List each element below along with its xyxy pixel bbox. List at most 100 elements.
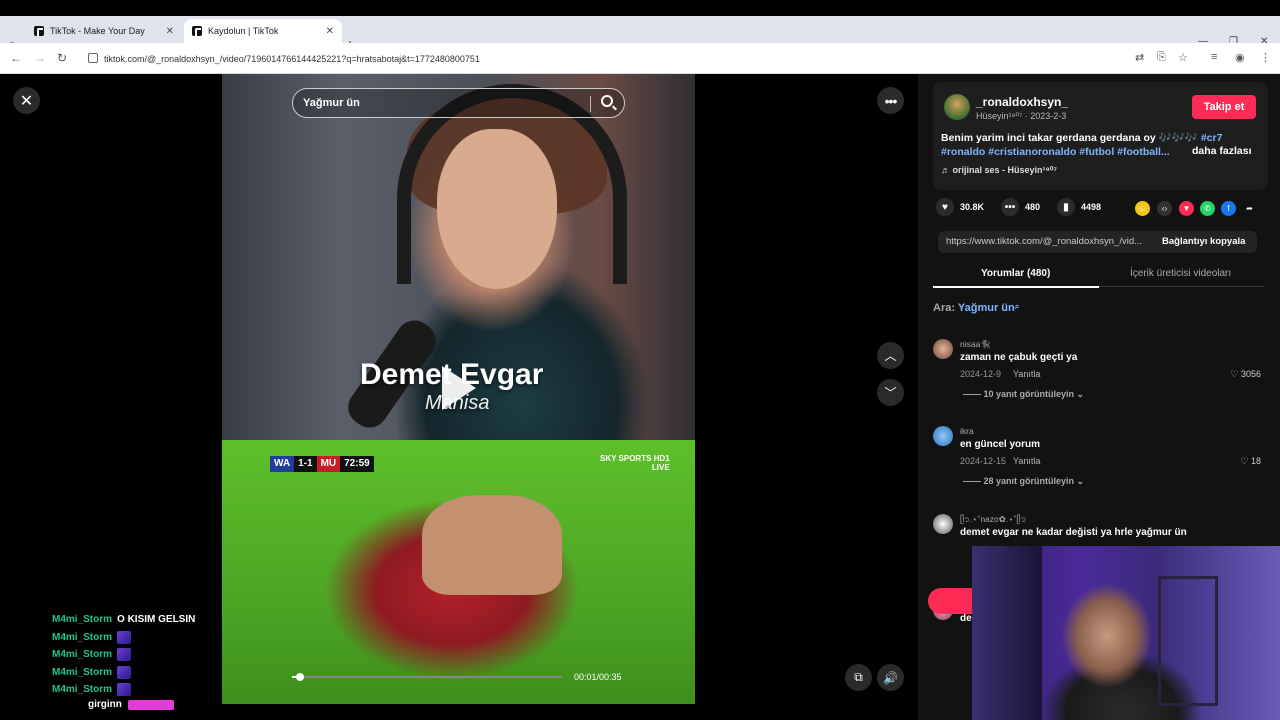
- site-info-icon[interactable]: [88, 53, 98, 63]
- comment-text: de: [960, 613, 972, 624]
- comment-avatar[interactable]: [933, 426, 953, 446]
- send-icon[interactable]: ▼: [1179, 201, 1194, 216]
- next-video-button[interactable]: ﹀: [877, 379, 904, 406]
- view-replies-link[interactable]: —— 10 yanıt görüntüleyin ⌄: [963, 389, 1084, 400]
- score-home-team: WA: [270, 456, 295, 472]
- like-action[interactable]: ♥ 30.8K: [936, 198, 984, 216]
- streamer-webcam: [972, 546, 1280, 720]
- comment-avatar[interactable]: [933, 514, 953, 534]
- reply-link[interactable]: Yanıtla: [1013, 456, 1040, 466]
- follow-button[interactable]: Takip et: [1192, 95, 1256, 119]
- related-search-query: Yağmur ün: [957, 302, 1015, 314]
- sound-link[interactable]: ♬ orijinal ses - Hüseyin¹⁹⁰⁷: [941, 165, 1057, 176]
- url-field[interactable]: tiktok.com/@_ronaldoxhsyn_/video/7196014…: [80, 47, 1126, 70]
- chat-line: M4mi_Storm: [52, 681, 195, 699]
- copy-link-button[interactable]: Bağlantıyı kopyala: [1162, 236, 1245, 247]
- chat-line: M4mi_Storm: [52, 646, 195, 664]
- bookmark-icon[interactable]: ▮: [1057, 198, 1075, 216]
- hashtag-cr7[interactable]: #cr7: [1201, 132, 1223, 144]
- chat-username: M4mi_Storm: [52, 631, 113, 643]
- tab-creator-videos[interactable]: İçerik üreticisi videoları: [1130, 268, 1231, 279]
- chat-emote-icon: [127, 699, 174, 710]
- browser-tab-signup[interactable]: Kaydolun | TikTok ✕: [184, 19, 342, 43]
- more-options-button[interactable]: •••: [877, 87, 904, 114]
- close-tab-icon[interactable]: ✕: [166, 26, 174, 37]
- score-bug: WA 1-1 MU 72:59: [270, 456, 374, 472]
- like-count: 30.8K: [960, 202, 985, 212]
- tab-title: TikTok - Make Your Day: [50, 26, 145, 36]
- see-more-link[interactable]: daha fazlası: [1192, 145, 1252, 157]
- previous-video-button[interactable]: ︿: [877, 342, 904, 369]
- video-player[interactable]: Demet Evgar Manisa WA 1-1 MU 72:59 SKY S…: [222, 74, 695, 704]
- comment-username[interactable]: nisaa🐈‍⬛: [960, 339, 991, 350]
- comment-like-count[interactable]: ♡ 18: [1240, 456, 1261, 467]
- search-input[interactable]: Yağmur ün: [292, 88, 625, 118]
- reload-icon[interactable]: ↻: [57, 51, 67, 65]
- chat-username: M4mi_Storm: [52, 649, 113, 661]
- save-action[interactable]: ▮ 4498: [1057, 198, 1101, 216]
- chat-line: M4mi_Storm: [52, 664, 195, 682]
- description-text: Benim yarim inci takar gerdana gerdana o…: [941, 132, 1201, 144]
- chat-username: M4mi_Storm: [52, 666, 113, 678]
- translate-icon[interactable]: ⇄: [1135, 51, 1144, 64]
- channel-logo-live: LIVE: [651, 463, 670, 472]
- related-search-link[interactable]: Ara: Yağmur ün⌕: [933, 302, 1019, 314]
- creator-avatar[interactable]: [944, 94, 970, 120]
- comment-date: 2024-12-15: [960, 456, 1007, 466]
- view-replies-link[interactable]: —— 28 yanıt görüntüleyin ⌄: [963, 476, 1084, 487]
- chat-line: girginn: [88, 699, 174, 710]
- bookmark-star-icon[interactable]: ☆: [1178, 51, 1188, 64]
- install-app-icon[interactable]: ⎘: [1157, 51, 1166, 64]
- embed-icon[interactable]: ‹›: [1157, 201, 1172, 216]
- creator-card: _ronaldoxhsyn_ Hüseyin¹⁹⁰⁷ · 2023-2-3 Ta…: [933, 82, 1268, 190]
- comment-avatar[interactable]: [933, 339, 953, 359]
- video-progress-bar[interactable]: [292, 673, 562, 681]
- browser-tab-tiktok[interactable]: TikTok - Make Your Day ✕: [26, 19, 182, 43]
- chat-emote-icon: [117, 630, 132, 644]
- close-tab-icon[interactable]: ✕: [326, 26, 334, 37]
- search-icon[interactable]: [601, 95, 613, 107]
- comment-icon[interactable]: •••: [1001, 198, 1019, 216]
- tab-comments[interactable]: Yorumlar (480): [981, 268, 1050, 279]
- tiktok-favicon-icon: [192, 26, 202, 36]
- webcam-background-light: [972, 546, 1042, 720]
- comment-action[interactable]: ••• 480: [1001, 198, 1040, 216]
- share-arrow-icon[interactable]: ➦: [1242, 201, 1257, 216]
- friends-share-icon[interactable]: ☺: [1135, 201, 1150, 216]
- facebook-icon[interactable]: f: [1221, 201, 1236, 216]
- copy-link-row: https://www.tiktok.com/@_ronaldoxhsyn_/v…: [938, 231, 1257, 253]
- volume-button[interactable]: 🔊: [877, 664, 904, 691]
- comment-like-count[interactable]: ♡ 3056: [1230, 369, 1261, 380]
- whatsapp-icon[interactable]: ✆: [1200, 201, 1215, 216]
- webcam-background-shelf: [1158, 576, 1218, 706]
- comment-text: en güncel yorum: [960, 439, 1041, 450]
- play-icon[interactable]: [442, 366, 476, 410]
- reading-list-icon[interactable]: ≡: [1211, 51, 1217, 63]
- browser-menu-icon[interactable]: ⋮: [1260, 51, 1271, 64]
- chat-line: M4mi_Storm O KISIM GELSIN: [52, 611, 195, 629]
- creator-username[interactable]: _ronaldoxhsyn_: [976, 95, 1068, 109]
- heart-icon[interactable]: ♥: [936, 198, 954, 216]
- stream-chat: M4mi_Storm O KISIM GELSIN M4mi_Storm M4mi…: [52, 611, 195, 699]
- back-arrow-icon[interactable]: ←: [10, 51, 22, 65]
- close-video-button[interactable]: ✕: [13, 87, 40, 114]
- video-bottom-half: WA 1-1 MU 72:59 SKY SPORTS HD1 LIVE: [222, 440, 695, 704]
- panel-tabs: Yorumlar (480) İçerik üreticisi videolar…: [933, 260, 1265, 288]
- comment-count: 480: [1025, 202, 1041, 212]
- score-away-team: MU: [316, 456, 341, 472]
- score-value: 1-1: [294, 456, 317, 472]
- comment-text: zaman ne çabuk geçti ya: [960, 352, 1078, 363]
- profile-icon[interactable]: ◉: [1235, 51, 1245, 64]
- reply-link[interactable]: Yanıtla: [1013, 369, 1040, 379]
- comment-username[interactable]: ikra: [960, 426, 974, 436]
- channel-logo: SKY SPORTS HD1 LIVE: [600, 454, 670, 472]
- search-divider: [590, 96, 591, 112]
- tiktok-favicon-icon: [34, 26, 44, 36]
- picture-in-picture-button[interactable]: ⧉: [845, 664, 872, 691]
- description-hashtags[interactable]: #ronaldo #cristianoronaldo #futbol #foot…: [941, 146, 1170, 158]
- chat-username: M4mi_Storm: [52, 684, 113, 696]
- related-search-prefix: Ara:: [933, 302, 958, 314]
- save-count: 4498: [1081, 202, 1102, 212]
- forward-arrow-icon[interactable]: →: [34, 51, 46, 65]
- comment-post-button[interactable]: [928, 588, 972, 614]
